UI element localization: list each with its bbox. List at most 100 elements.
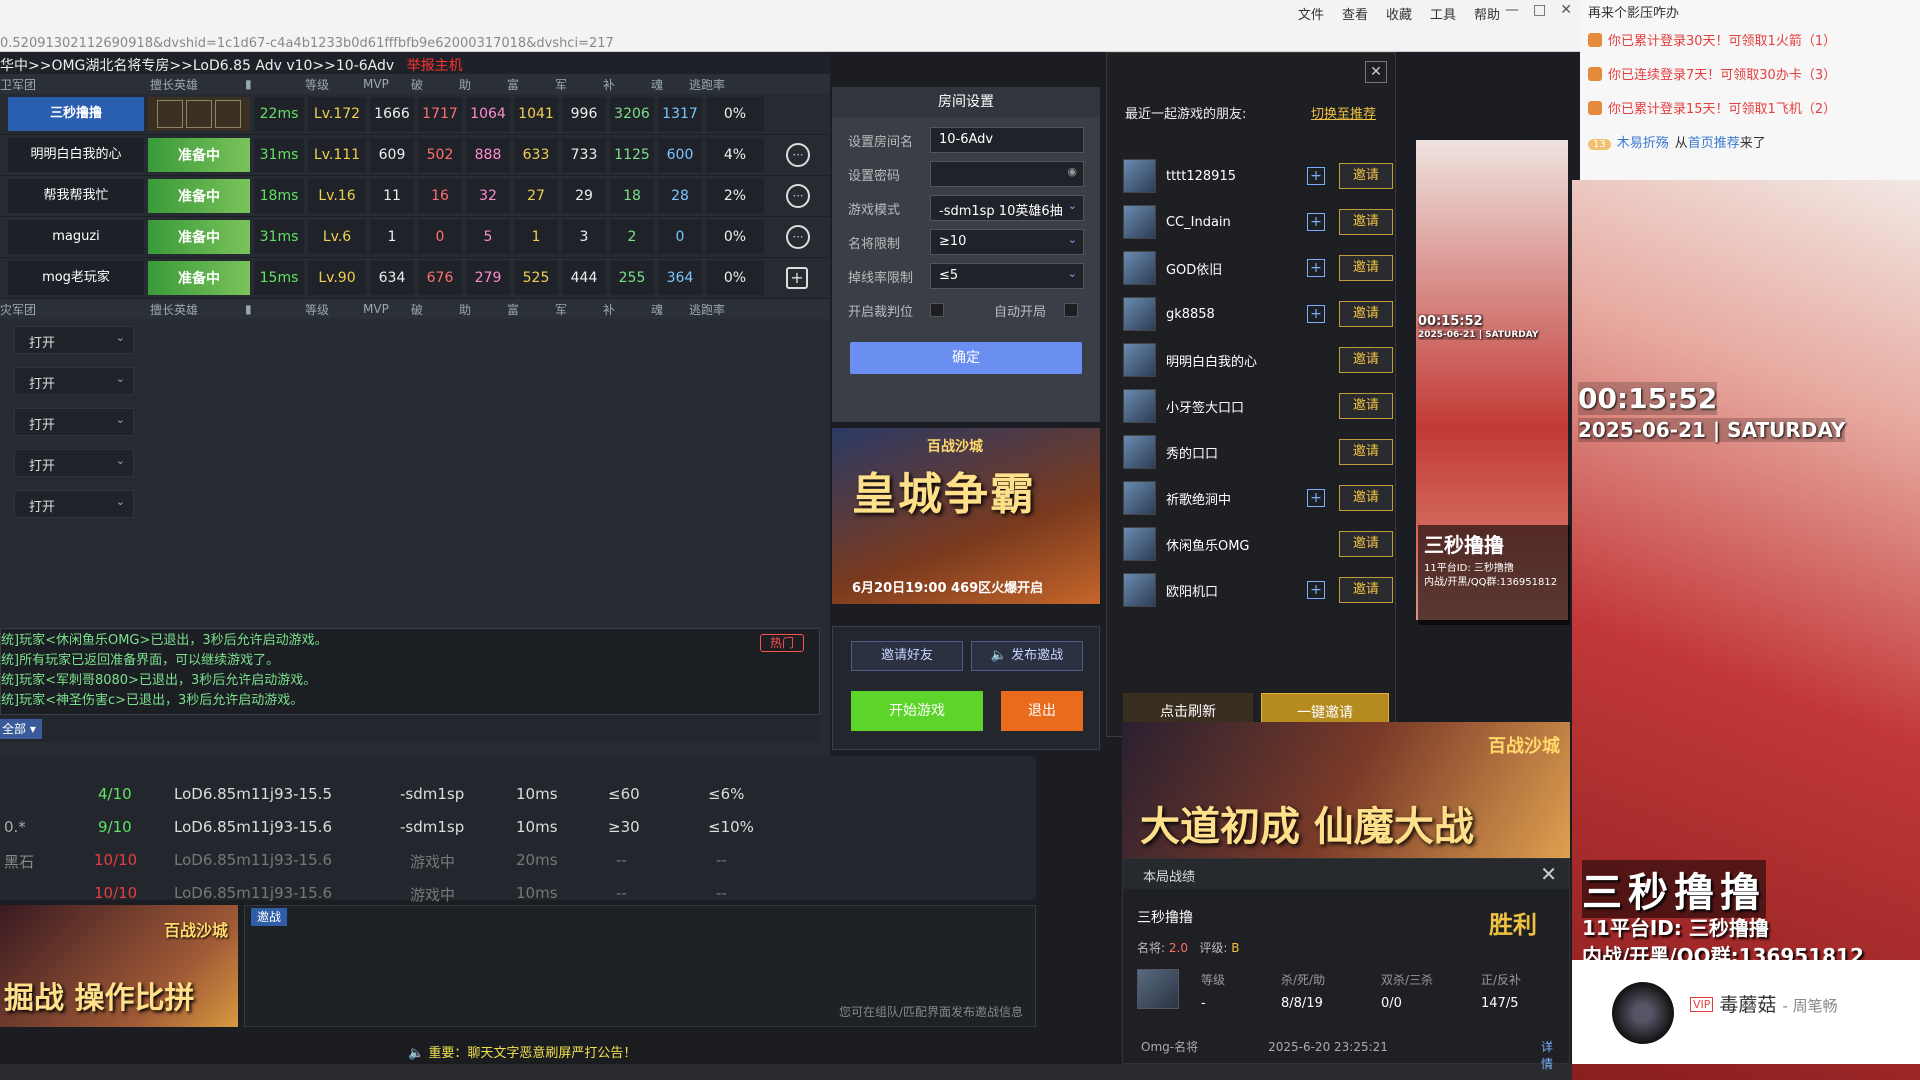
browser-menu: 文件 查看 收藏 工具 帮助 xyxy=(1298,4,1500,23)
friends-panel: ✕ 最近一起游戏的朋友: 切换至推荐 tttt128915 + 邀请 CC_Inda… xyxy=(1106,52,1396,737)
close-icon[interactable]: ✕ xyxy=(1560,2,1572,18)
slot-value: 打开 xyxy=(29,417,56,433)
eye-icon[interactable]: ◉ xyxy=(1067,165,1077,178)
ad-banner-right[interactable]: 百战沙城 大道初成 仙魔大战 xyxy=(1122,722,1570,858)
ready-status: 准备中 xyxy=(148,261,250,295)
ad-banner[interactable]: 百战沙城 皇城争霸 6月20日19:00 469区火爆开启 xyxy=(832,428,1100,604)
jun: 3 xyxy=(562,220,606,254)
add-friend-icon[interactable]: + xyxy=(1307,167,1325,185)
notice-bar[interactable]: 🔈 重要：聊天文字恶意刷屏严打公告！ xyxy=(0,1036,1120,1064)
invite-friends-button[interactable]: 邀请好友 xyxy=(851,641,963,671)
system-chat-log[interactable]: 统]玩家<休闲鱼乐OMG>已退出，3秒后允许启动游戏。 统]所有玩家已返回准备界… xyxy=(0,628,820,728)
friend-row: CC_Indain + 邀请 xyxy=(1123,203,1394,241)
add-friend-icon[interactable]: + xyxy=(1307,259,1325,277)
reward-notice[interactable]: 你已连续登录7天！可领取30办卡（3） xyxy=(1588,64,1836,83)
chat-bubble-icon[interactable]: ⋯ xyxy=(786,225,810,249)
challenge-tab[interactable]: 邀战 xyxy=(251,908,288,926)
add-friend-icon[interactable]: + xyxy=(1307,305,1325,323)
slot-select[interactable]: 打开 ⌄ xyxy=(14,489,134,518)
avatar[interactable] xyxy=(1612,982,1674,1044)
room-name-input[interactable]: 10-6Adv xyxy=(930,127,1084,153)
invite-button[interactable]: 邀请 xyxy=(1338,209,1394,235)
menu-file[interactable]: 文件 xyxy=(1298,4,1324,23)
maximize-icon[interactable]: □ xyxy=(1533,2,1546,18)
chat-filter-select[interactable]: 全部 ▾ xyxy=(0,719,42,739)
col-hun: 魂 xyxy=(651,77,664,92)
confirm-button[interactable]: 确定 xyxy=(850,342,1082,374)
stream-date: 2025-06-21 | SATURDAY xyxy=(1578,418,1846,442)
gift-icon xyxy=(1588,101,1602,115)
menu-help[interactable]: 帮助 xyxy=(1474,4,1500,23)
fame-select[interactable]: ≥10 ⌄ xyxy=(930,229,1084,255)
reward-notice[interactable]: 你已累计登录30天！可领取1火箭（1） xyxy=(1588,30,1836,49)
reward-notice[interactable]: 你已累计登录15天！可领取1飞机（2） xyxy=(1588,98,1836,117)
minimize-icon[interactable]: — xyxy=(1505,2,1519,18)
player-row[interactable]: 明明白白我的心 准备中 31ms Lv.111 609 502 888 633 … xyxy=(0,135,830,176)
preview-room-id: 11平台ID: 三秒撸撸 xyxy=(1424,563,1514,574)
challenge-panel: 邀战 您可在组队/匹配界面发布邀战信息 xyxy=(244,905,1036,1027)
jun: 996 xyxy=(562,97,606,131)
chat-bubble-icon[interactable]: ⋯ xyxy=(786,143,810,167)
visitor-name[interactable]: 木易折殇 xyxy=(1617,136,1669,151)
invite-button[interactable]: 邀请 xyxy=(1338,301,1394,327)
col-jun: 军 xyxy=(555,77,568,92)
speaker-icon: 🔈 xyxy=(990,648,1012,663)
add-friend-icon[interactable]: + xyxy=(1307,489,1325,507)
judge-checkbox[interactable] xyxy=(930,303,944,317)
auto-checkbox[interactable] xyxy=(1064,303,1078,317)
publish-challenge-button[interactable]: 🔈 发布邀战 xyxy=(971,641,1083,671)
anchor-text: 毒蘑菇 xyxy=(1719,994,1777,1016)
escape-rate: 0% xyxy=(706,220,764,254)
player-row[interactable]: 三秒撸撸 22ms Lv.172 1666 1717 1064 1041 996… xyxy=(0,94,830,135)
invite-button[interactable]: 邀请 xyxy=(1338,347,1394,373)
room-row[interactable]: 0.* 9/10 LoD6.85m11j93-15.6 -sdm1sp 10ms… xyxy=(0,811,1036,844)
chevron-down-icon: ⌄ xyxy=(1067,267,1077,280)
password-input[interactable]: ◉ xyxy=(930,161,1084,187)
close-icon[interactable]: ✕ xyxy=(1540,862,1557,886)
close-icon[interactable]: ✕ xyxy=(1365,61,1387,83)
quit-button[interactable]: 退出 xyxy=(1001,691,1083,731)
player-row[interactable]: 帮我帮我忙 准备中 18ms Lv.16 11 16 32 27 29 18 2… xyxy=(0,176,830,217)
invite-button[interactable]: 邀请 xyxy=(1338,255,1394,281)
invite-button[interactable]: 邀请 xyxy=(1338,577,1394,603)
address-bar[interactable]: 0.52091302112690918&dvshid=1c1d67-c4a4b1… xyxy=(0,36,1100,51)
invite-button[interactable]: 邀请 xyxy=(1338,485,1394,511)
menu-view[interactable]: 查看 xyxy=(1342,4,1368,23)
invite-button[interactable]: 邀请 xyxy=(1338,393,1394,419)
detail-link[interactable]: 详情 xyxy=(1541,1038,1553,1072)
start-game-button[interactable]: 开始游戏 xyxy=(851,691,983,731)
invite-button[interactable]: 邀请 xyxy=(1338,439,1394,465)
slot-select[interactable]: 打开 ⌄ xyxy=(14,325,134,354)
stat-value: 147/5 xyxy=(1481,996,1519,1011)
slot-select[interactable]: 打开 ⌄ xyxy=(14,407,134,436)
slot-select[interactable]: 打开 ⌄ xyxy=(14,366,134,395)
room-row[interactable]: 4/10 LoD6.85m11j93-15.5 -sdm1sp 10ms ≤60… xyxy=(0,778,1036,811)
chat-input[interactable]: 全部 ▾ xyxy=(0,714,820,742)
invite-button[interactable]: 邀请 xyxy=(1338,531,1394,557)
invite-button[interactable]: 邀请 xyxy=(1338,163,1394,189)
ad-logo: 百战沙城 xyxy=(163,921,228,940)
player-row[interactable]: maguzi 准备中 31ms Lv.6 1 0 5 1 3 2 0 0% ⋯ xyxy=(0,217,830,258)
slot-select[interactable]: 打开 ⌄ xyxy=(14,448,134,477)
col-hero: 擅长英雄 xyxy=(150,77,199,92)
room-row[interactable]: 黑石 10/10 LoD6.85m11j93-15.6 游戏中 20ms -- … xyxy=(0,844,1036,877)
drop-select[interactable]: ≤5 ⌄ xyxy=(930,263,1084,289)
hot-tag[interactable]: 热门 xyxy=(760,634,804,652)
team2-label: 灾军团 xyxy=(0,302,37,317)
room-ping: 20ms xyxy=(516,851,558,869)
slot-value: 打开 xyxy=(29,499,56,515)
player-name: maguzi xyxy=(8,220,144,254)
add-friend-icon[interactable]: + xyxy=(1307,213,1325,231)
menu-tools[interactable]: 工具 xyxy=(1430,4,1456,23)
fame-value: ≥10 xyxy=(939,234,967,249)
add-friend-icon[interactable]: + xyxy=(1307,581,1325,599)
ad-banner-bottom[interactable]: 百战沙城 掘战 操作比拼 xyxy=(0,905,238,1027)
open-slot: 打开 ⌄ xyxy=(0,401,830,442)
switch-recommend-link[interactable]: 切换至推荐 xyxy=(1311,103,1376,122)
menu-favorites[interactable]: 收藏 xyxy=(1386,4,1412,23)
chat-bubble-icon[interactable]: ⋯ xyxy=(786,184,810,208)
report-host-link[interactable]: 举报主机 xyxy=(407,58,463,74)
add-friend-icon[interactable]: + xyxy=(786,267,808,289)
player-row[interactable]: mog老玩家 准备中 15ms Lv.90 634 676 279 525 44… xyxy=(0,258,830,299)
mode-select[interactable]: -sdm1sp 10英雄6抽 ⌄ xyxy=(930,195,1084,221)
